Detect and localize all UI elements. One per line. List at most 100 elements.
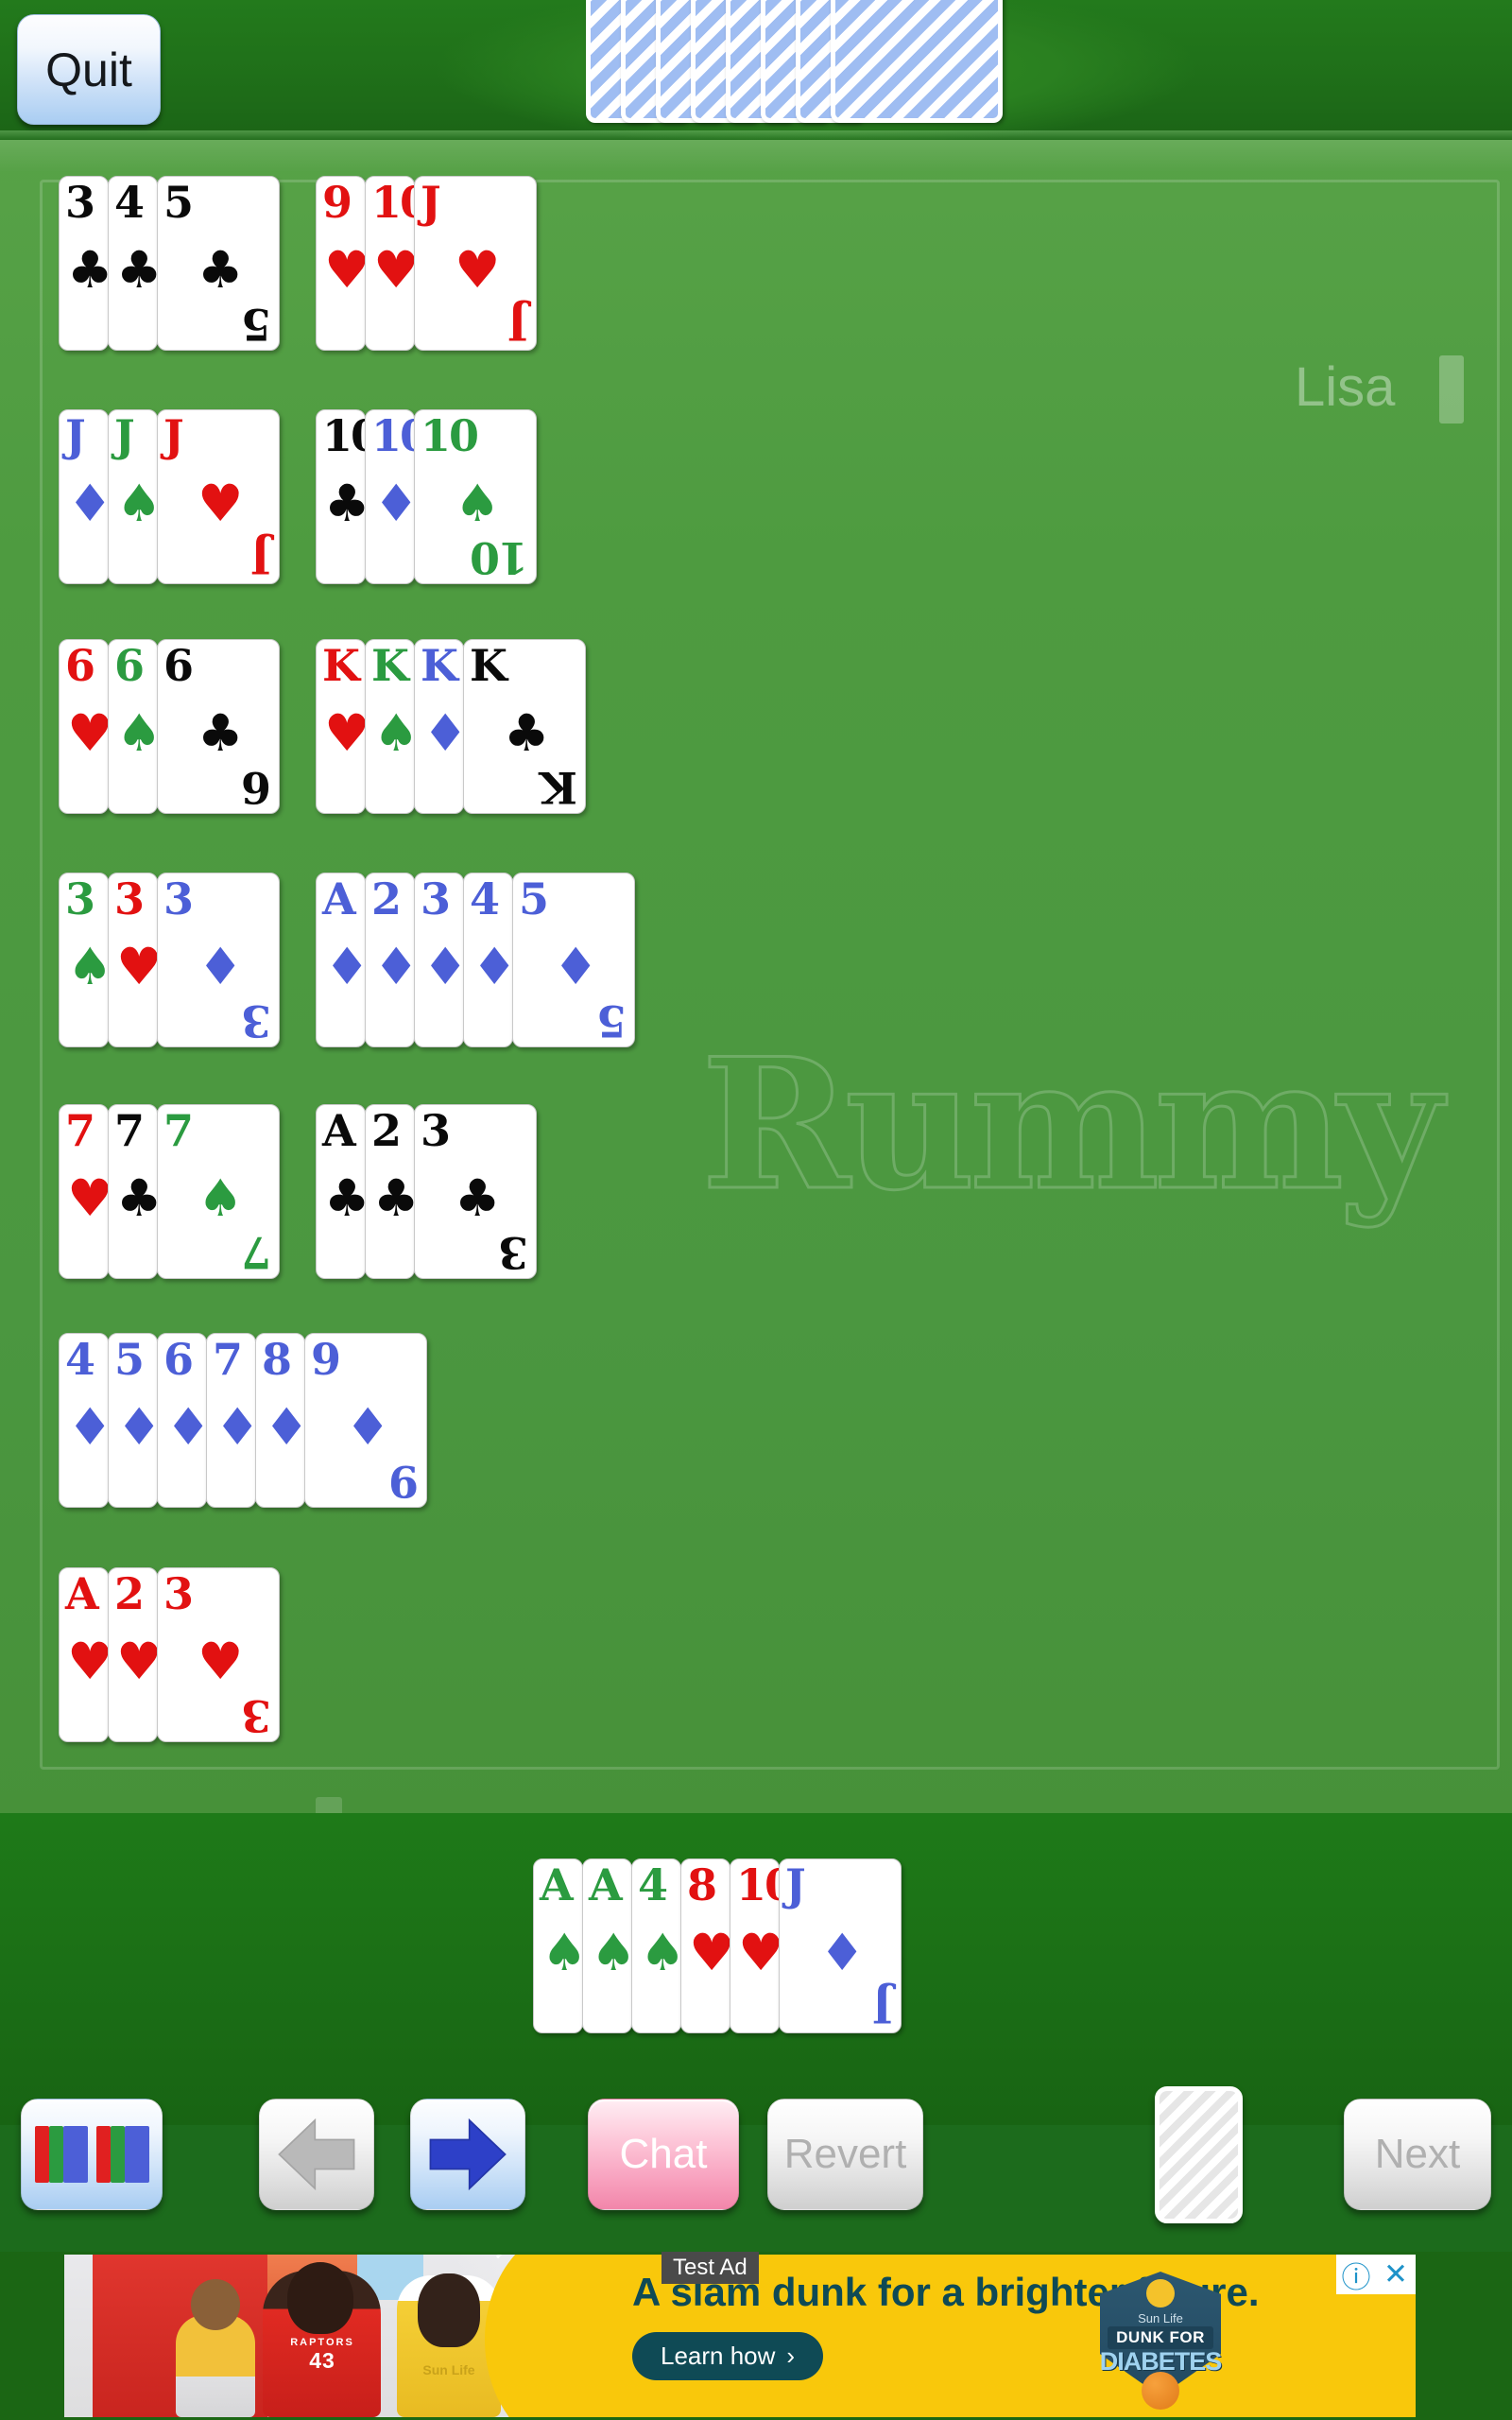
card-A-s[interactable]: A ♠ [533,1858,587,2033]
card-4-d[interactable]: 4 ♦ [59,1333,112,1508]
card-3-d[interactable]: 3 ♦ 3 [157,873,280,1047]
meld-group[interactable]: A ♣ 2 ♣ 3 ♣ 3 [316,1104,537,1279]
meld-row: 6 ♥ 6 ♠ 6 ♣ 6 K ♥ K ♠ K ♦ K ♣ K [59,639,622,814]
meld-group[interactable]: 4 ♦ 5 ♦ 6 ♦ 7 ♦ 8 ♦ 9 ♦ 9 [59,1333,427,1508]
meld-group[interactable]: A ♦ 2 ♦ 3 ♦ 4 ♦ 5 ♦ 5 [316,873,635,1047]
card-8-h[interactable]: 8 ♥ [680,1858,734,2033]
next-button[interactable]: Next [1344,2099,1491,2210]
card-A-s[interactable]: A ♠ [582,1858,636,2033]
player-hand[interactable]: A ♠ A ♠ 4 ♠ 8 ♥ 10 ♥ J ♦ J [533,1858,902,2033]
card-suit-icon: ♠ [198,1168,244,1228]
card-3-c[interactable]: 3 ♣ 3 [414,1104,537,1279]
card-J-h[interactable]: J ♥ J [157,409,280,584]
card-10-s[interactable]: 10 ♠ 10 [414,409,537,584]
card-4-s[interactable]: 4 ♠ [631,1858,685,2033]
card-suit-icon: ♣ [198,703,244,763]
card-rank: J [65,410,86,461]
card-8-d[interactable]: 8 ♦ [255,1333,309,1508]
card-suit-icon: ♥ [455,240,501,300]
card-suit-icon: ♦ [373,474,420,533]
card-suit-icon: ♥ [67,1632,113,1691]
card-9-h[interactable]: 9 ♥ [316,176,370,351]
card-2-c[interactable]: 2 ♣ [365,1104,419,1279]
card-9-d[interactable]: 9 ♦ 9 [304,1333,427,1508]
card-K-d[interactable]: K ♦ [414,639,468,814]
card-rank-corner: 10 [471,532,528,583]
card-K-c[interactable]: K ♣ K [463,639,586,814]
card-6-h[interactable]: 6 ♥ [59,639,112,814]
previous-button[interactable] [259,2099,374,2210]
meld-group[interactable]: 9 ♥ 10 ♥ J ♥ J [316,176,537,351]
card-7-d[interactable]: 7 ♦ [206,1333,260,1508]
card-K-h[interactable]: K ♥ [316,639,369,814]
card-rank: 5 [519,873,549,925]
card-suit-icon: ♣ [116,240,163,300]
card-J-d[interactable]: J ♦ J [779,1858,902,2033]
card-3-h[interactable]: 3 ♥ [108,873,162,1047]
card-J-h[interactable]: J ♥ J [414,176,537,351]
card-10-h[interactable]: 10 ♥ [365,176,430,351]
meld-group[interactable]: K ♥ K ♠ K ♦ K ♣ K [316,639,586,814]
card-5-d[interactable]: 5 ♦ 5 [512,873,635,1047]
meld-group[interactable]: 3 ♣ 4 ♣ 5 ♣ 5 [59,176,280,351]
card-suit-icon: ♥ [373,240,420,300]
meld-group[interactable]: A ♥ 2 ♥ 3 ♥ 3 [59,1567,280,1742]
chat-button[interactable]: Chat [588,2099,739,2210]
card-A-h[interactable]: A ♥ [59,1567,113,1742]
card-6-s[interactable]: 6 ♠ [108,639,162,814]
card-suit-icon: ♦ [324,937,370,996]
card-6-c[interactable]: 6 ♣ 6 [157,639,280,814]
card-4-d[interactable]: 4 ♦ [463,873,517,1047]
discard-pile[interactable] [1155,2086,1243,2223]
card-3-s[interactable]: 3 ♠ [59,873,113,1047]
card-suit-icon: ♦ [264,1397,310,1457]
card-3-h[interactable]: 3 ♥ 3 [157,1567,280,1742]
card-6-d[interactable]: 6 ♦ [157,1333,211,1508]
deck-card-back[interactable] [831,0,1003,123]
card-suit-icon: ♣ [373,1168,420,1228]
meld-group[interactable]: 6 ♥ 6 ♠ 6 ♣ 6 [59,639,280,814]
card-K-s[interactable]: K ♠ [365,639,419,814]
card-7-h[interactable]: 7 ♥ [59,1104,112,1279]
quit-button[interactable]: Quit [17,14,161,125]
card-2-d[interactable]: 2 ♦ [365,873,419,1047]
card-rank: J [421,177,441,228]
bottom-toolbar: Chat Revert Next [0,2066,1512,2250]
card-10-c[interactable]: 10 ♣ [316,409,381,584]
card-J-d[interactable]: J ♦ [59,409,112,584]
meld-group[interactable]: J ♦ J ♠ J ♥ J [59,409,280,584]
basketball-icon [1142,2372,1179,2410]
card-10-h[interactable]: 10 ♥ [730,1858,795,2033]
card-2-h[interactable]: 2 ♥ [108,1567,162,1742]
card-5-d[interactable]: 5 ♦ [108,1333,162,1508]
card-A-c[interactable]: A ♣ [316,1104,369,1279]
card-4-c[interactable]: 4 ♣ [108,176,162,351]
card-3-c[interactable]: 3 ♣ [59,176,112,351]
card-suit-icon: ♣ [198,240,244,300]
card-10-d[interactable]: 10 ♦ [365,409,430,584]
card-5-c[interactable]: 5 ♣ 5 [157,176,280,351]
ad-cta-button[interactable]: Learn how › [632,2332,824,2380]
card-suit-icon: ♥ [324,240,370,300]
card-rank-corner: 3 [242,995,271,1046]
card-rank: A [322,1105,356,1156]
next-arrow-button[interactable] [410,2099,525,2210]
sort-cards-button[interactable] [21,2099,163,2210]
card-rank: K [470,640,507,691]
card-A-d[interactable]: A ♦ [316,873,370,1047]
card-rank: 5 [114,1334,145,1385]
card-J-s[interactable]: J ♠ [108,409,162,584]
meld-group[interactable]: 7 ♥ 7 ♣ 7 ♠ 7 [59,1104,280,1279]
card-rank: A [589,1859,623,1910]
meld-group[interactable]: 10 ♣ 10 ♦ 10 ♠ 10 [316,409,537,584]
info-circle-icon[interactable]: ⓘ [1336,2255,1376,2294]
card-3-d[interactable]: 3 ♦ [414,873,468,1047]
close-x-icon[interactable]: ✕ [1376,2255,1416,2294]
card-rank-corner: 5 [597,995,627,1046]
card-rank: 4 [638,1859,668,1910]
revert-button[interactable]: Revert [767,2099,923,2210]
card-7-c[interactable]: 7 ♣ [108,1104,162,1279]
card-suit-icon: ♠ [67,937,113,996]
card-7-s[interactable]: 7 ♠ 7 [157,1104,280,1279]
meld-group[interactable]: 3 ♠ 3 ♥ 3 ♦ 3 [59,873,280,1047]
